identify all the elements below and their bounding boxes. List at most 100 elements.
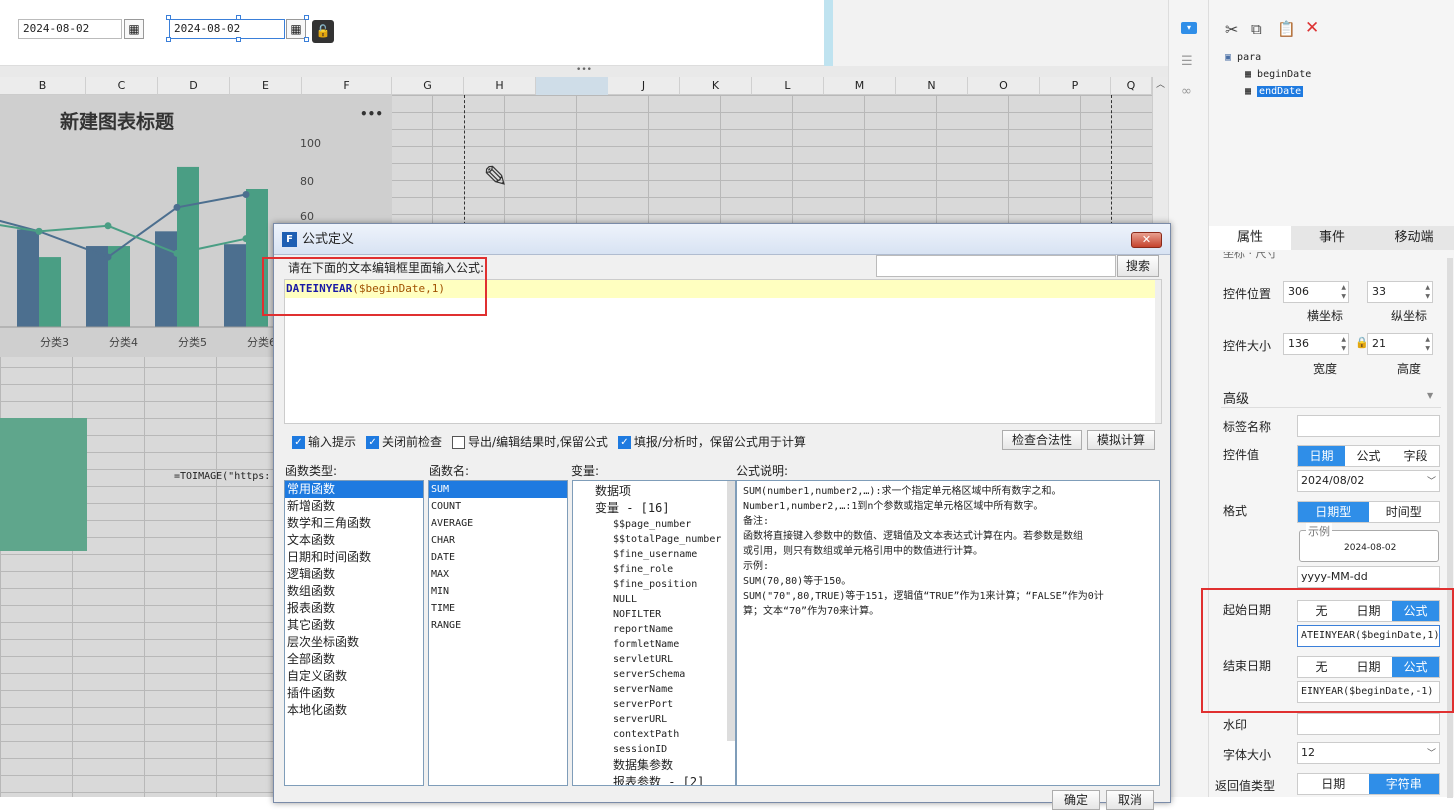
start-formula-input[interactable]: ATEINYEAR($beginDate,1) [1297,625,1440,647]
format-toggle[interactable]: 日期型 时间型 [1297,501,1440,523]
return-opt-string[interactable]: 字符串 [1368,774,1439,794]
column-header-e[interactable]: E [230,77,302,95]
check-close-verify[interactable]: ✓ 关闭前检查 [366,433,442,450]
watermark-input[interactable] [1297,713,1440,735]
function-type-item[interactable]: 新增函数 [285,498,423,515]
function-type-item[interactable]: 报表函数 [285,600,423,617]
value-opt-field[interactable]: 字段 [1392,446,1439,466]
height-input[interactable]: 21 [1367,333,1433,355]
tree-item-begindate[interactable]: beginDate [1257,69,1311,80]
variable-item[interactable]: formletName [573,637,735,652]
function-type-item[interactable]: 常用函数 [285,481,423,498]
column-header-q[interactable]: Q [1111,77,1152,95]
variable-item[interactable]: serverName [573,682,735,697]
end-opt-date[interactable]: 日期 [1345,657,1392,677]
function-name-item[interactable]: RANGE [429,617,567,634]
end-date-widget[interactable]: 2024-08-02 [169,19,285,39]
variable-item[interactable]: $fine_position [573,577,735,592]
start-opt-date[interactable]: 日期 [1345,601,1392,621]
end-date-toggle[interactable]: 无 日期 公式 [1297,656,1440,678]
variable-item[interactable]: $$totalPage_number [573,532,735,547]
start-date-toggle[interactable]: 无 日期 公式 [1297,600,1440,622]
cell-formula[interactable]: =TOIMAGE("https: [174,471,270,482]
paste-icon[interactable]: 📋 [1277,20,1296,38]
chevron-down-icon[interactable]: ﹀ [1427,474,1436,487]
variable-item[interactable]: serverPort [573,697,735,712]
variable-tree[interactable]: 数据项 变量 - [16] $$page_number $$totalPage_num… [572,480,736,786]
format-opt-time[interactable]: 时间型 [1369,502,1440,522]
value-type-toggle[interactable]: 日期 公式 字段 [1297,445,1440,467]
variable-item[interactable]: servletURL [573,652,735,667]
function-name-item[interactable]: SUM [429,481,567,498]
start-opt-none[interactable]: 无 [1298,601,1345,621]
delete-icon[interactable]: ✕ [1305,18,1319,38]
return-opt-date[interactable]: 日期 [1298,774,1369,794]
variable-item[interactable]: serverURL [573,712,735,727]
tab-properties[interactable]: 属性 [1209,226,1291,250]
variable-item[interactable]: sessionID [573,742,735,757]
function-type-item[interactable]: 插件函数 [285,685,423,702]
column-header-p[interactable]: P [1040,77,1111,95]
chart-more-icon[interactable]: ••• [360,107,383,121]
close-icon[interactable]: ✕ [1131,232,1162,248]
tab-mobile[interactable]: 移动端 [1373,226,1454,250]
function-type-item[interactable]: 层次坐标函数 [285,634,423,651]
tag-name-input[interactable] [1297,415,1440,437]
list-widget-icon[interactable]: ☰ [1181,54,1193,69]
function-type-item[interactable]: 数组函数 [285,583,423,600]
section-coords[interactable]: 坐标 · 尺寸 [1223,252,1278,260]
pos-y-input[interactable]: 33 [1367,281,1433,303]
calendar-icon[interactable]: ▦ [124,19,144,39]
tree-variable-group[interactable]: 变量 - [16] [573,500,735,517]
advanced-section[interactable]: 高级 [1223,388,1249,407]
function-name-item[interactable]: COUNT [429,498,567,515]
check-input-hint[interactable]: ✓ 输入提示 [292,433,356,450]
tree-data-items[interactable]: 数据项 [573,483,735,500]
end-formula-input[interactable]: EINYEAR($beginDate,-1) [1297,681,1440,703]
format-opt-date[interactable]: 日期型 [1298,502,1369,522]
function-name-list[interactable]: SUM COUNT AVERAGE CHAR DATE MAX MIN TIME RANGE [428,480,568,786]
variable-item[interactable]: NULL [573,592,735,607]
start-opt-formula[interactable]: 公式 [1392,601,1439,621]
function-type-item[interactable]: 本地化函数 [285,702,423,719]
column-header-g[interactable]: G [392,77,464,95]
column-header-l[interactable]: L [752,77,824,95]
link-icon[interactable]: ∞ [1181,84,1192,99]
value-opt-formula[interactable]: 公式 [1345,446,1392,466]
column-header-k[interactable]: K [680,77,752,95]
variable-item[interactable]: NOFILTER [573,607,735,622]
lock-icon[interactable]: 🔓 [312,20,334,43]
function-type-item[interactable]: 全部函数 [285,651,423,668]
variable-item[interactable]: reportName [573,622,735,637]
calendar-icon[interactable]: ▦ [286,19,306,39]
begin-date-widget[interactable]: 2024-08-02 [18,19,122,39]
tree-root[interactable]: para [1237,52,1261,63]
copy-icon[interactable]: ⧉ [1251,20,1262,38]
function-type-list[interactable]: 常用函数 新增函数 数学和三角函数 文本函数 日期和时间函数 逻辑函数 数组函数 报表函数 其它… [284,480,424,786]
function-type-item[interactable]: 日期和时间函数 [285,549,423,566]
function-type-item[interactable]: 自定义函数 [285,668,423,685]
end-opt-formula[interactable]: 公式 [1392,657,1439,677]
tree-report-params[interactable]: 报表参数 - [2] [573,774,735,785]
dialog-titlebar[interactable]: F 公式定义 ✕ [274,224,1170,255]
function-type-item[interactable]: 逻辑函数 [285,566,423,583]
dropdown-widget-icon[interactable]: ▾ [1181,22,1197,34]
function-name-item[interactable]: AVERAGE [429,515,567,532]
splitter-handle[interactable]: ••• [0,66,1168,77]
column-header-n[interactable]: N [896,77,968,95]
function-name-item[interactable]: DATE [429,549,567,566]
function-type-item[interactable]: 数学和三角函数 [285,515,423,532]
function-name-item[interactable]: MIN [429,583,567,600]
function-type-item[interactable]: 文本函数 [285,532,423,549]
function-type-item[interactable]: 其它函数 [285,617,423,634]
search-button[interactable]: 搜索 [1117,255,1159,277]
check-keep-formula-export[interactable]: 导出/编辑结果时,保留公式 [452,433,608,450]
column-header-f[interactable]: F [302,77,392,95]
column-header-d[interactable]: D [158,77,230,95]
function-name-item[interactable]: TIME [429,600,567,617]
chevron-down-icon[interactable]: ﹀ [1427,746,1436,759]
end-opt-none[interactable]: 无 [1298,657,1345,677]
variable-item[interactable]: $fine_role [573,562,735,577]
function-search-input[interactable] [876,255,1116,277]
variable-item[interactable]: contextPath [573,727,735,742]
